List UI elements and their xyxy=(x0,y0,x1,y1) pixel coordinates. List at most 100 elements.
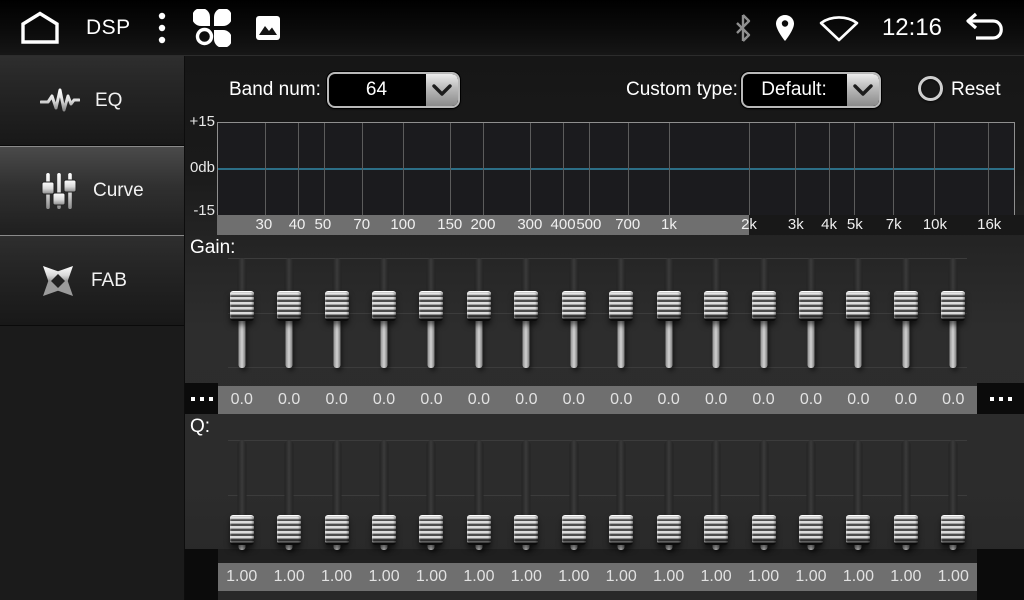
q-slider-14[interactable] xyxy=(835,440,882,550)
slider-thumb[interactable] xyxy=(704,291,728,321)
home-icon[interactable] xyxy=(18,10,62,46)
gain-slider-3[interactable] xyxy=(313,258,360,368)
menu-kebab-icon[interactable] xyxy=(155,11,169,45)
slider-thumb[interactable] xyxy=(752,291,776,321)
gain-more-left-button[interactable] xyxy=(185,383,218,414)
q-slider-5[interactable] xyxy=(408,440,455,550)
curve-panel: Band num: 64 Custom type: Default: Reset… xyxy=(185,56,1024,600)
slider-thumb[interactable] xyxy=(467,291,491,321)
slider-thumb[interactable] xyxy=(467,515,491,545)
q-slider-12[interactable] xyxy=(740,440,787,550)
slider-thumb[interactable] xyxy=(609,515,633,545)
q-slider-11[interactable] xyxy=(692,440,739,550)
slider-thumb[interactable] xyxy=(372,515,396,545)
slider-thumb[interactable] xyxy=(752,515,776,545)
back-icon[interactable] xyxy=(964,11,1006,45)
gain-value-11: 0.0 xyxy=(692,386,739,414)
sidebar: EQ Curve FAB xyxy=(0,56,185,600)
gain-slider-6[interactable] xyxy=(455,258,502,368)
slider-thumb[interactable] xyxy=(325,291,349,321)
slider-thumb[interactable] xyxy=(894,291,918,321)
q-slider-13[interactable] xyxy=(787,440,834,550)
slider-thumb[interactable] xyxy=(419,291,443,321)
topbar-left-group: DSP xyxy=(18,9,281,47)
custom-type-value: Default: xyxy=(743,74,845,106)
q-slider-7[interactable] xyxy=(503,440,550,550)
slider-thumb[interactable] xyxy=(657,291,681,321)
q-slider-9[interactable] xyxy=(598,440,645,550)
q-more-left-button[interactable] xyxy=(185,549,218,600)
q-slider-4[interactable] xyxy=(360,440,407,550)
q-slider-10[interactable] xyxy=(645,440,692,550)
q-value-3: 1.00 xyxy=(313,563,360,591)
ellipsis-icon xyxy=(191,397,213,401)
gain-slider-7[interactable] xyxy=(503,258,550,368)
gain-slider-12[interactable] xyxy=(740,258,787,368)
sidebar-item-fab[interactable]: FAB xyxy=(0,236,184,326)
slider-thumb[interactable] xyxy=(562,291,586,321)
slider-thumb[interactable] xyxy=(514,291,538,321)
gridline xyxy=(749,123,750,215)
slider-thumb[interactable] xyxy=(846,291,870,321)
sidebar-item-eq[interactable]: EQ xyxy=(0,56,184,146)
chevron-down-icon[interactable] xyxy=(424,74,458,106)
q-slider-16[interactable] xyxy=(930,440,977,550)
gain-slider-9[interactable] xyxy=(598,258,645,368)
gain-slider-16[interactable] xyxy=(930,258,977,368)
gain-slider-5[interactable] xyxy=(408,258,455,368)
gain-slider-15[interactable] xyxy=(882,258,929,368)
custom-type-dropdown[interactable]: Default: xyxy=(741,72,881,108)
q-value-row: 1.001.001.001.001.001.001.001.001.001.00… xyxy=(185,549,1024,600)
gain-more-right-button[interactable] xyxy=(977,383,1024,414)
slider-thumb[interactable] xyxy=(941,515,965,545)
slider-thumb[interactable] xyxy=(325,515,349,545)
slider-thumb[interactable] xyxy=(894,515,918,545)
q-slider-1[interactable] xyxy=(218,440,265,550)
app-title: DSP xyxy=(86,16,131,40)
gain-slider-11[interactable] xyxy=(692,258,739,368)
slider-thumb[interactable] xyxy=(277,515,301,545)
gain-slider-1[interactable] xyxy=(218,258,265,368)
freq-tick-label: 200 xyxy=(470,215,495,235)
q-value-2: 1.00 xyxy=(265,563,312,591)
app-launcher-clover-icon[interactable] xyxy=(193,9,231,47)
gain-slider-4[interactable] xyxy=(360,258,407,368)
q-value-8: 1.00 xyxy=(550,563,597,591)
band-num-dropdown[interactable]: 64 xyxy=(327,72,460,108)
slider-thumb[interactable] xyxy=(941,291,965,321)
gain-slider-10[interactable] xyxy=(645,258,692,368)
q-slider-2[interactable] xyxy=(265,440,312,550)
slider-thumb[interactable] xyxy=(799,515,823,545)
q-value-5: 1.00 xyxy=(408,563,455,591)
gain-value-4: 0.0 xyxy=(360,386,407,414)
reset-radio[interactable] xyxy=(918,76,943,101)
q-slider-6[interactable] xyxy=(455,440,502,550)
slider-thumb[interactable] xyxy=(230,291,254,321)
slider-thumb[interactable] xyxy=(372,291,396,321)
slider-thumb[interactable] xyxy=(799,291,823,321)
gallery-icon[interactable] xyxy=(255,15,281,41)
q-more-right-button[interactable] xyxy=(977,549,1024,600)
q-slider-8[interactable] xyxy=(550,440,597,550)
freq-tick-label: 2k xyxy=(741,215,757,235)
slider-thumb[interactable] xyxy=(609,291,633,321)
slider-thumb[interactable] xyxy=(846,515,870,545)
slider-thumb[interactable] xyxy=(419,515,443,545)
slider-thumb[interactable] xyxy=(230,515,254,545)
gain-slider-14[interactable] xyxy=(835,258,882,368)
slider-thumb[interactable] xyxy=(277,291,301,321)
slider-thumb[interactable] xyxy=(562,515,586,545)
sidebar-item-curve[interactable]: Curve xyxy=(0,146,184,236)
slider-thumb[interactable] xyxy=(704,515,728,545)
gain-slider-8[interactable] xyxy=(550,258,597,368)
freq-tick-label: 500 xyxy=(576,215,601,235)
slider-thumb[interactable] xyxy=(514,515,538,545)
chevron-down-icon[interactable] xyxy=(845,74,879,106)
gain-slider-2[interactable] xyxy=(265,258,312,368)
slider-thumb[interactable] xyxy=(657,515,681,545)
q-value-4: 1.00 xyxy=(360,563,407,591)
q-slider-15[interactable] xyxy=(882,440,929,550)
q-slider-3[interactable] xyxy=(313,440,360,550)
gain-slider-13[interactable] xyxy=(787,258,834,368)
eq-curve-plot[interactable] xyxy=(217,122,1015,215)
